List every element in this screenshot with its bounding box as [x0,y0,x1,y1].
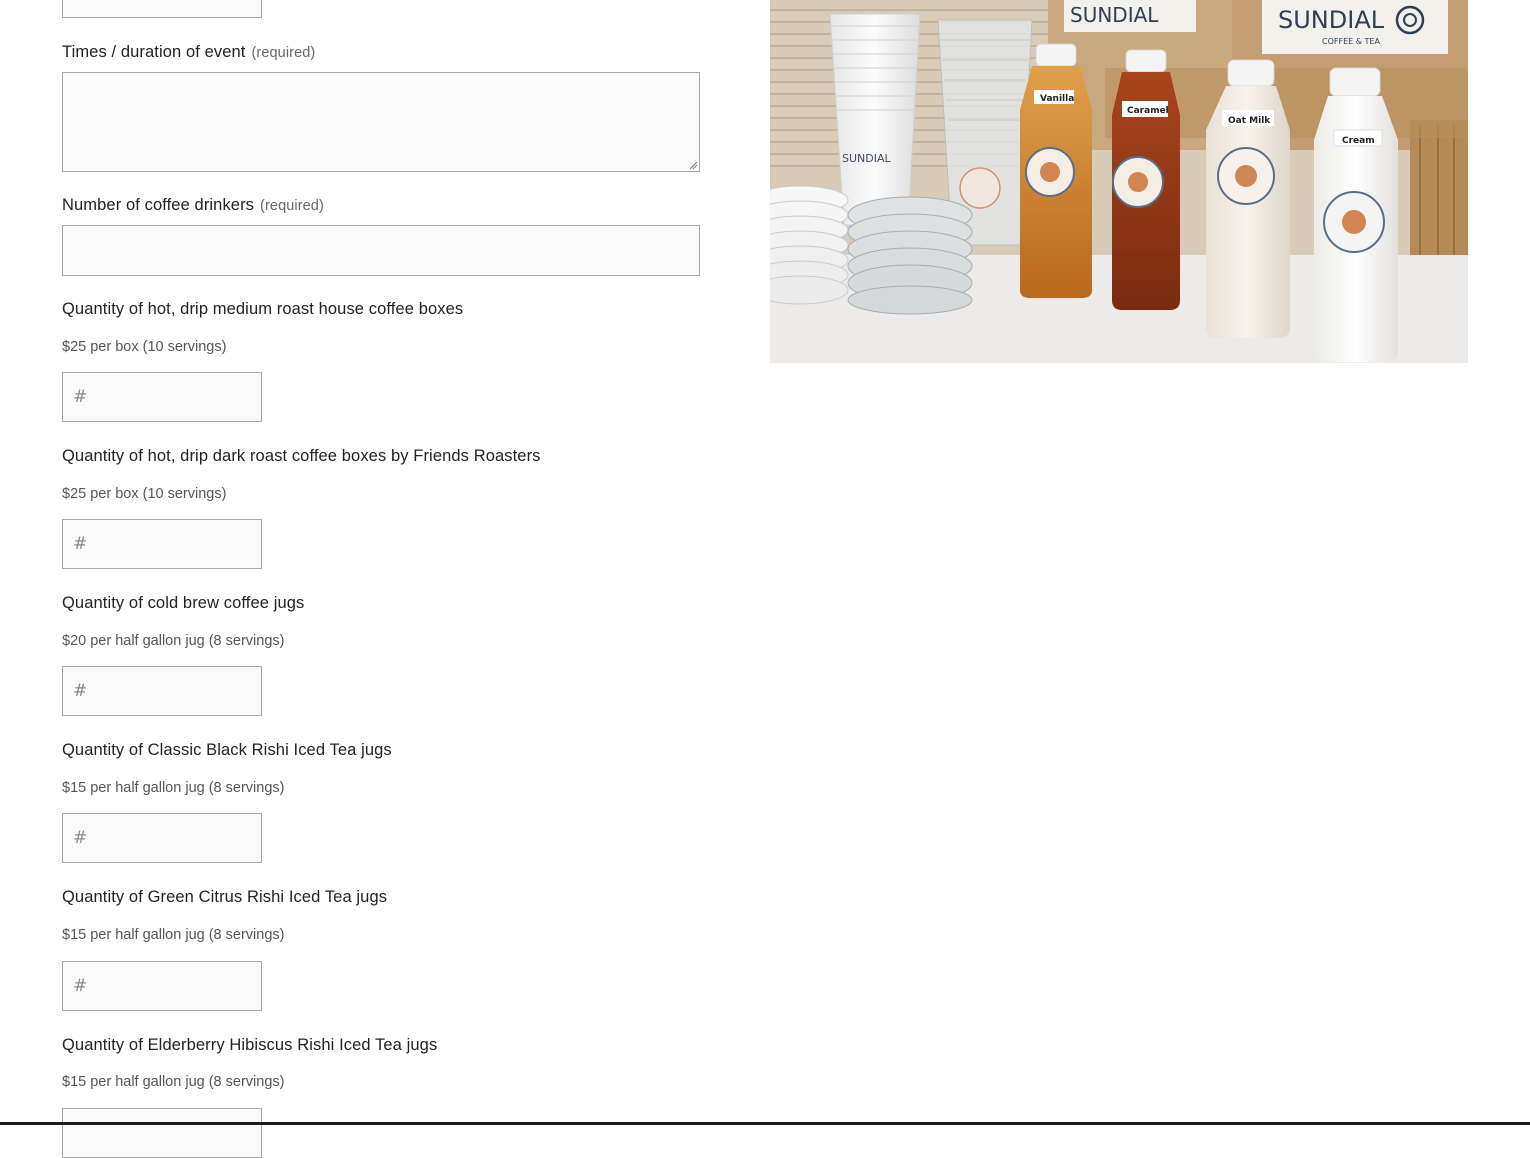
clear-lid-stack [847,196,973,315]
green-citrus-tea-price: $15 per half gallon jug (8 servings) [62,927,285,943]
times-duration-label-text: Times / duration of event [62,43,246,61]
cream-label: Cream [1342,136,1375,146]
cream-bottle: Cream [1314,67,1398,362]
quantity-placeholder: # [73,976,88,996]
previous-field-input[interactable] [62,0,262,18]
cold-brew-price: $20 per half gallon jug (8 servings) [62,633,285,649]
cold-brew-quantity-label: Quantity of cold brew coffee jugs [62,594,305,612]
medium-roast-price: $25 per box (10 servings) [62,339,227,355]
brand-logo-right: SUNDIAL [1278,6,1385,34]
product-photo: SUNDIAL SUNDIAL COFFEE & TEA SUNDIAL Van… [770,0,1468,363]
classic-black-tea-quantity-input[interactable]: # [62,813,262,863]
quantity-placeholder: # [73,534,88,554]
oat-milk-label: Oat Milk [1228,116,1271,126]
quantity-placeholder: # [73,387,88,407]
brand-logo-left: SUNDIAL [1070,3,1159,27]
dark-roast-price: $25 per box (10 servings) [62,486,227,502]
quantity-placeholder: # [73,828,88,848]
dark-roast-quantity-label: Quantity of hot, drip dark roast coffee … [62,447,541,465]
green-citrus-tea-quantity-input[interactable]: # [62,961,262,1011]
classic-black-tea-quantity-label: Quantity of Classic Black Rishi Iced Tea… [62,741,392,759]
vanilla-syrup-bottle: Vanilla [1020,43,1092,298]
white-cup-stack: SUNDIAL [829,13,921,226]
classic-black-tea-price: $15 per half gallon jug (8 servings) [62,780,285,796]
required-indicator: (required) [251,45,316,61]
quantity-placeholder: # [73,681,88,701]
times-duration-textarea[interactable] [62,72,700,172]
coffee-drinkers-label: Number of coffee drinkers (required) [62,196,324,215]
cup-logo: SUNDIAL [842,152,892,165]
green-citrus-tea-quantity-label: Quantity of Green Citrus Rishi Iced Tea … [62,888,388,906]
coffee-drinkers-label-text: Number of coffee drinkers [62,196,255,214]
caramel-label: Caramel [1127,106,1169,116]
resize-grip-icon[interactable] [688,160,698,170]
elderberry-hibiscus-tea-quantity-label: Quantity of Elderberry Hibiscus Rishi Ic… [62,1036,438,1054]
required-indicator: (required) [260,198,324,214]
medium-roast-quantity-input[interactable]: # [62,372,262,422]
coffee-drinkers-input[interactable] [62,225,700,276]
elderberry-hibiscus-tea-price: $15 per half gallon jug (8 servings) [62,1074,285,1090]
elderberry-hibiscus-tea-quantity-input[interactable] [62,1108,262,1158]
dark-roast-quantity-input[interactable]: # [62,519,262,569]
product-photo-illustration: SUNDIAL SUNDIAL COFFEE & TEA SUNDIAL Van… [770,0,1468,363]
caramel-syrup-bottle: Caramel [1112,49,1180,310]
medium-roast-quantity-label: Quantity of hot, drip medium roast house… [62,300,464,318]
times-duration-label: Times / duration of event (required) [62,43,315,62]
vanilla-label: Vanilla [1040,94,1074,104]
brand-subtitle: COFFEE & TEA [1322,37,1380,46]
white-lid-stack [770,185,849,305]
cold-brew-quantity-input[interactable]: # [62,666,262,716]
